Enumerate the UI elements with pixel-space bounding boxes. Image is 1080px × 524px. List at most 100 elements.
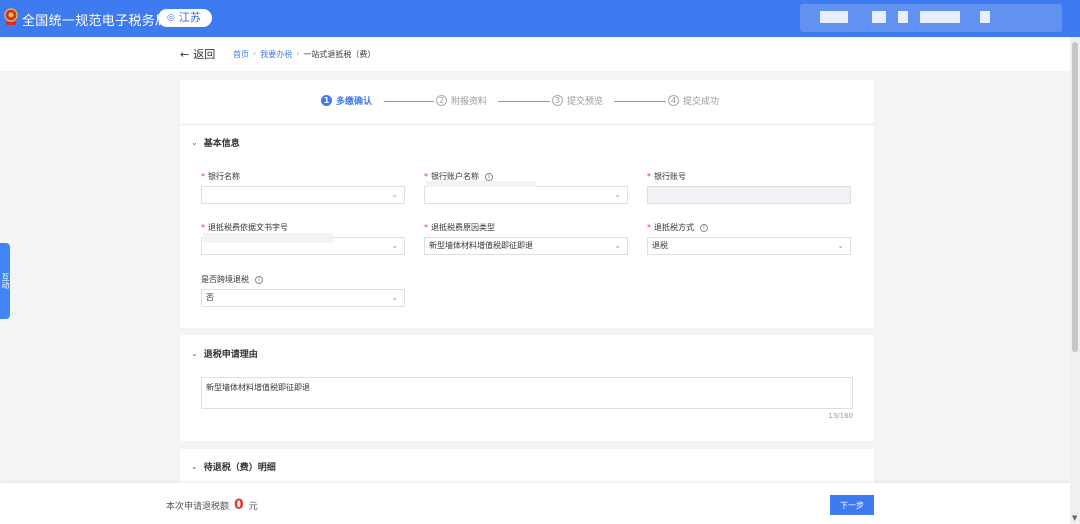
- label-text: 是否跨境退税: [201, 275, 249, 284]
- breadcrumb-home[interactable]: 首页: [233, 49, 249, 60]
- step-1: 1 多缴确认: [321, 94, 372, 107]
- refund-reason-header[interactable]: ⌄ 退税申请理由: [191, 347, 258, 360]
- step-connector: [498, 101, 550, 102]
- breadcrumb-tax-services[interactable]: 我要办税: [260, 49, 292, 60]
- info-icon[interactable]: i: [700, 223, 708, 232]
- step-label: 提交预览: [567, 97, 604, 107]
- user-info-area[interactable]: [800, 4, 1062, 32]
- required-mark: *: [201, 223, 205, 232]
- refund-amount: 0: [234, 497, 244, 513]
- next-step-button[interactable]: 下一步: [830, 495, 874, 515]
- bank-account-name-select[interactable]: ⌄: [424, 186, 628, 204]
- redacted-block: [920, 11, 960, 23]
- select-value: 否: [206, 293, 214, 302]
- step-label: 附报资料: [451, 97, 488, 107]
- interaction-float-tab[interactable]: 互动: [0, 243, 10, 319]
- section-title: 待退税（费）明细: [203, 463, 276, 473]
- steps-card: 1 多缴确认 2 附报资料 3 提交预览 4 提交成功: [180, 80, 874, 123]
- tax-emblem-icon: [4, 8, 18, 25]
- chevron-down-icon: ⌄: [391, 293, 398, 302]
- refund-amount-summary: 本次申请退税额 0 元: [166, 497, 258, 513]
- label-text: 退抵税费原因类型: [431, 223, 495, 232]
- required-mark: *: [647, 223, 651, 232]
- chevron-down-icon: ⌄: [191, 138, 198, 147]
- summary-prefix: 本次申请退税额: [166, 502, 230, 512]
- info-icon[interactable]: i: [255, 275, 263, 284]
- redacted-block: [203, 233, 333, 243]
- required-mark: *: [424, 172, 428, 181]
- step-connector: [614, 101, 666, 102]
- step-label: 多缴确认: [336, 97, 373, 107]
- step-4: 4 提交成功: [668, 94, 719, 107]
- breadcrumb-bar: ← 返回 首页 › 我要办税 › 一站式退抵税（费）: [0, 37, 1070, 71]
- breadcrumb: 首页 › 我要办税 › 一站式退抵税（费）: [233, 49, 375, 60]
- cross-region-label: 是否跨境退税 i: [201, 274, 263, 285]
- step-label: 提交成功: [683, 97, 720, 107]
- step-number: 3: [552, 95, 563, 106]
- section-title: 基本信息: [203, 139, 240, 149]
- step-number: 1: [321, 95, 332, 106]
- label-text: 银行账号: [654, 172, 686, 181]
- step-number: 2: [436, 95, 447, 106]
- chevron-down-icon: ⌄: [614, 241, 621, 250]
- step-connector: [384, 101, 434, 102]
- redacted-block: [872, 11, 886, 23]
- chevron-down-icon: ⌄: [614, 190, 621, 199]
- site-title[interactable]: 全国统一规范电子税务局: [22, 10, 168, 29]
- amount-unit: 元: [248, 502, 258, 512]
- label-text: 退抵税方式: [654, 223, 694, 232]
- section-title: 退税申请理由: [203, 350, 258, 360]
- redacted-block: [898, 11, 908, 23]
- bottom-action-bar: 本次申请退税额 0 元 下一步: [0, 483, 1070, 524]
- char-counter: 13/160: [828, 412, 853, 420]
- page-scrollbar[interactable]: [1070, 37, 1080, 524]
- step-progress: 1 多缴确认 2 附报资料 3 提交预览 4 提交成功: [180, 94, 874, 108]
- chevron-down-icon: ⌄: [391, 241, 398, 250]
- refund-reason-card: ⌄ 退税申请理由 新型墙体材料增值税即征即退 13/160: [180, 335, 874, 441]
- select-value: 新型墙体材料增值税即征即退: [429, 241, 533, 250]
- bank-name-select[interactable]: ⌄: [201, 186, 405, 204]
- refund-method-select[interactable]: 退税 ⌄: [647, 237, 851, 255]
- label-text: 退抵税费依据文书字号: [208, 223, 288, 232]
- chevron-right-icon: ›: [296, 49, 300, 58]
- back-label: 返回: [193, 48, 216, 61]
- arrow-left-icon: ←: [180, 47, 190, 61]
- refund-reason-textarea[interactable]: 新型墙体材料增值税即征即退: [201, 377, 853, 409]
- select-value: 退税: [652, 241, 668, 250]
- step-3: 3 提交预览: [552, 94, 603, 107]
- refund-reason-type-label: * 退抵税费原因类型: [424, 222, 495, 233]
- refund-reason-type-select[interactable]: 新型墙体材料增值税即征即退 ⌄: [424, 237, 628, 255]
- scroll-down-icon[interactable]: ▼: [1072, 514, 1077, 522]
- refund-doc-no-label: * 退抵税费依据文书字号: [201, 222, 288, 233]
- bank-account-no-label: * 银行账号: [647, 171, 686, 182]
- bank-name-label: * 银行名称: [201, 171, 240, 182]
- float-tab-label: 互动: [1, 273, 10, 289]
- basic-info-header[interactable]: ⌄ 基本信息: [191, 136, 240, 149]
- label-text: 银行名称: [208, 172, 240, 181]
- basic-info-card: ⌄ 基本信息 * 银行名称 ⌄ * 银行账户名称 i ⌄ * 银行账号 * 退抵…: [180, 126, 874, 328]
- breadcrumb-current: 一站式退抵税（费）: [303, 50, 376, 59]
- location-pin-icon: ◎: [167, 13, 175, 23]
- cross-region-select[interactable]: 否 ⌄: [201, 289, 405, 307]
- back-button[interactable]: ← 返回: [180, 46, 215, 62]
- top-header-bar: 全国统一规范电子税务局 ◎ 江苏: [0, 0, 1080, 37]
- redacted-block: [426, 181, 536, 187]
- chevron-down-icon: ⌄: [391, 190, 398, 199]
- redacted-block: [980, 11, 990, 23]
- required-mark: *: [201, 172, 205, 181]
- refund-detail-header[interactable]: ⌄ 待退税（费）明细: [191, 460, 276, 473]
- refund-method-label: * 退抵税方式 i: [647, 222, 708, 233]
- redacted-block: [820, 11, 848, 23]
- step-2: 2 附报资料: [436, 94, 487, 107]
- step-number: 4: [668, 95, 679, 106]
- textarea-value: 新型墙体材料增值税即征即退: [206, 383, 310, 392]
- chevron-down-icon: ⌄: [191, 349, 198, 358]
- chevron-down-icon: ⌄: [837, 241, 844, 250]
- bank-account-no-field: [647, 186, 851, 204]
- chevron-down-icon: ⌄: [191, 462, 198, 471]
- scrollbar-thumb[interactable]: [1072, 42, 1078, 352]
- info-icon[interactable]: i: [485, 172, 493, 181]
- region-selector[interactable]: ◎ 江苏: [158, 9, 212, 27]
- region-label: 江苏: [178, 11, 201, 24]
- required-mark: *: [424, 223, 428, 232]
